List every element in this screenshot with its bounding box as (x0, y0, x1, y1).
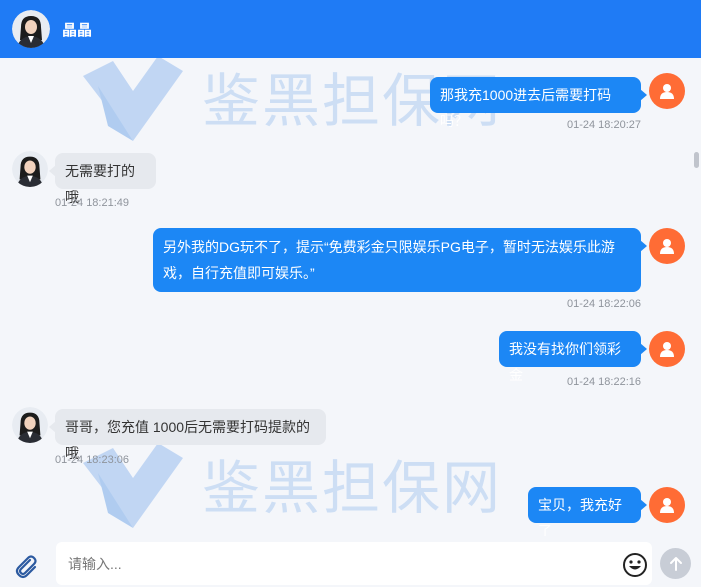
contact-avatar[interactable] (12, 10, 50, 48)
message-timestamp: 01-24 18:22:06 (566, 298, 641, 310)
smiley-icon[interactable] (622, 552, 648, 578)
contact-name: 晶晶 (62, 21, 93, 39)
user-icon (660, 498, 674, 513)
contact-avatar[interactable] (12, 407, 48, 443)
user-icon (660, 239, 674, 254)
user-avatar[interactable] (649, 331, 685, 367)
message-input-container (56, 542, 652, 585)
message-timestamp: 01-24 18:20:27 (566, 119, 641, 131)
user-avatar[interactable] (649, 228, 685, 264)
watermark-text: 鉴黑担保网 (202, 454, 503, 522)
chat-header: 晶晶 (0, 0, 701, 58)
message-bubble-outgoing[interactable]: 我没有找你们领彩金 (499, 331, 647, 383)
send-button[interactable] (660, 548, 691, 579)
message-timestamp: 01-24 18:22:16 (566, 376, 641, 388)
scrollbar-thumb[interactable] (694, 152, 699, 168)
message-input[interactable] (56, 542, 606, 585)
message-text: 宝贝，我充好了 (538, 497, 622, 536)
user-avatar[interactable] (649, 73, 685, 109)
composer-bar (0, 536, 701, 587)
message-bubble-outgoing[interactable]: 另外我的DG玩不了，提示“免费彩金只限娱乐PG电子，暂时无法娱乐此游戏，自行充值… (153, 228, 647, 292)
paperclip-icon[interactable] (13, 553, 39, 579)
arrow-up-icon (669, 556, 682, 571)
watermark-logo-icon (83, 443, 183, 528)
user-avatar[interactable] (649, 487, 685, 523)
message-timestamp: 01-24 18:21:49 (55, 197, 130, 209)
message-text: 另外我的DG玩不了，提示“免费彩金只限娱乐PG电子，暂时无法娱乐此游戏，自行充值… (163, 239, 615, 281)
watermark: 鉴黑担保网 (78, 433, 502, 533)
message-bubble-outgoing[interactable]: 那我充1000进去后需要打码吗？ (430, 77, 647, 129)
contact-avatar[interactable] (12, 151, 48, 187)
message-timestamp: 01-24 18:23:06 (55, 454, 130, 466)
user-icon (660, 84, 674, 99)
message-list[interactable]: 鉴黑担保网 鉴黑担保网 那我充1000进去后需要打码吗？ 01-24 18:20… (0, 58, 701, 536)
message-bubble-outgoing[interactable]: 宝贝，我充好了 (528, 487, 647, 536)
message-bubble-incoming[interactable]: 无需要打的哦 (49, 153, 156, 205)
user-icon (660, 342, 674, 357)
watermark-logo-icon (83, 58, 183, 141)
message-bubble-incoming[interactable]: 哥哥，您充值 1000后无需要打码提款的哦 (49, 409, 326, 461)
